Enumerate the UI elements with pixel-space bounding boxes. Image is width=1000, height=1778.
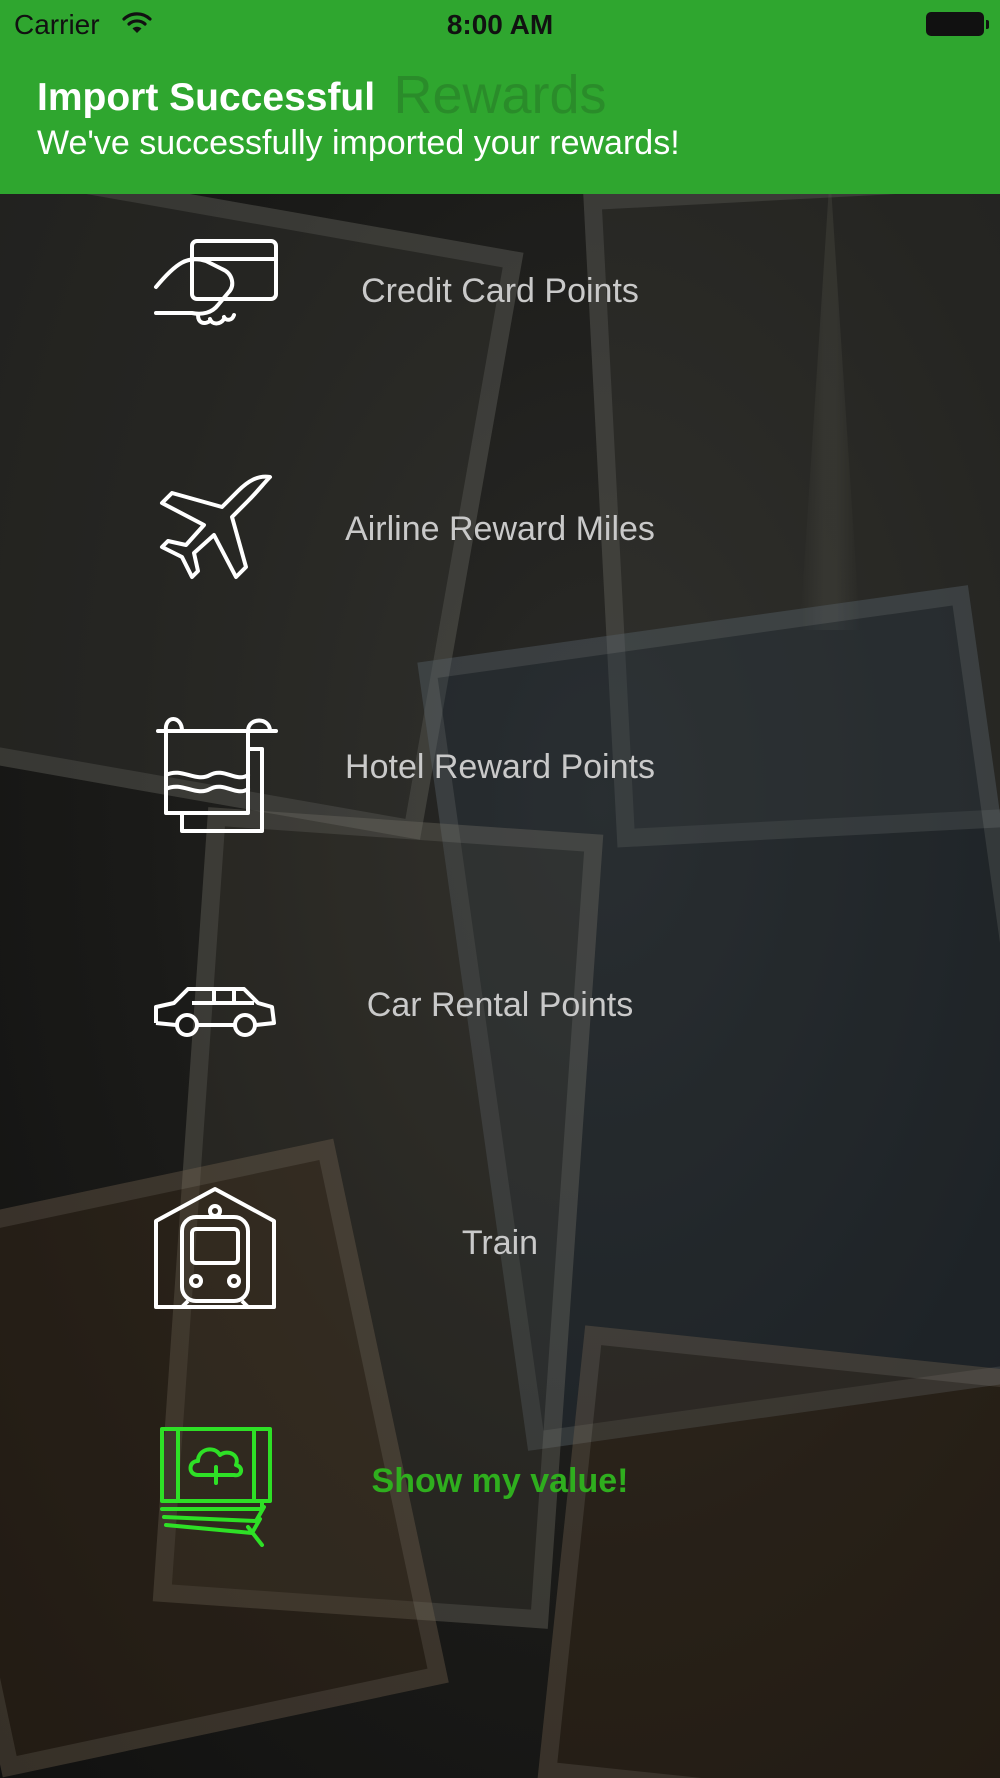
- menu-item-label: Credit Card Points: [361, 272, 639, 310]
- notification-title: Import Successful: [37, 76, 376, 119]
- status-time: 8:00 AM: [446, 9, 554, 40]
- status-bar: Carrier 8:00 AM: [0, 0, 1000, 50]
- notification-message: We've successfully imported your rewards…: [37, 124, 680, 162]
- menu-item-label: Hotel Reward Points: [345, 748, 655, 786]
- menu-item-car-rental[interactable]: Car Rental Points: [0, 934, 1000, 1084]
- menu-item-hotel[interactable]: Hotel Reward Points: [0, 696, 1000, 846]
- menu-item-label: Airline Reward Miles: [345, 510, 655, 548]
- battery-icon: [926, 12, 989, 36]
- menu-item-train[interactable]: Train: [0, 1172, 1000, 1322]
- menu-item-label: Car Rental Points: [366, 986, 634, 1024]
- menu-item-credit-card[interactable]: Credit Card Points: [0, 220, 1000, 370]
- menu-item-label: Train: [461, 1224, 539, 1262]
- menu-item-airline[interactable]: Airline Reward Miles: [0, 458, 1000, 608]
- show-my-value-button[interactable]: Show my value!: [0, 1410, 1000, 1560]
- menu-item-label: Show my value!: [371, 1462, 629, 1500]
